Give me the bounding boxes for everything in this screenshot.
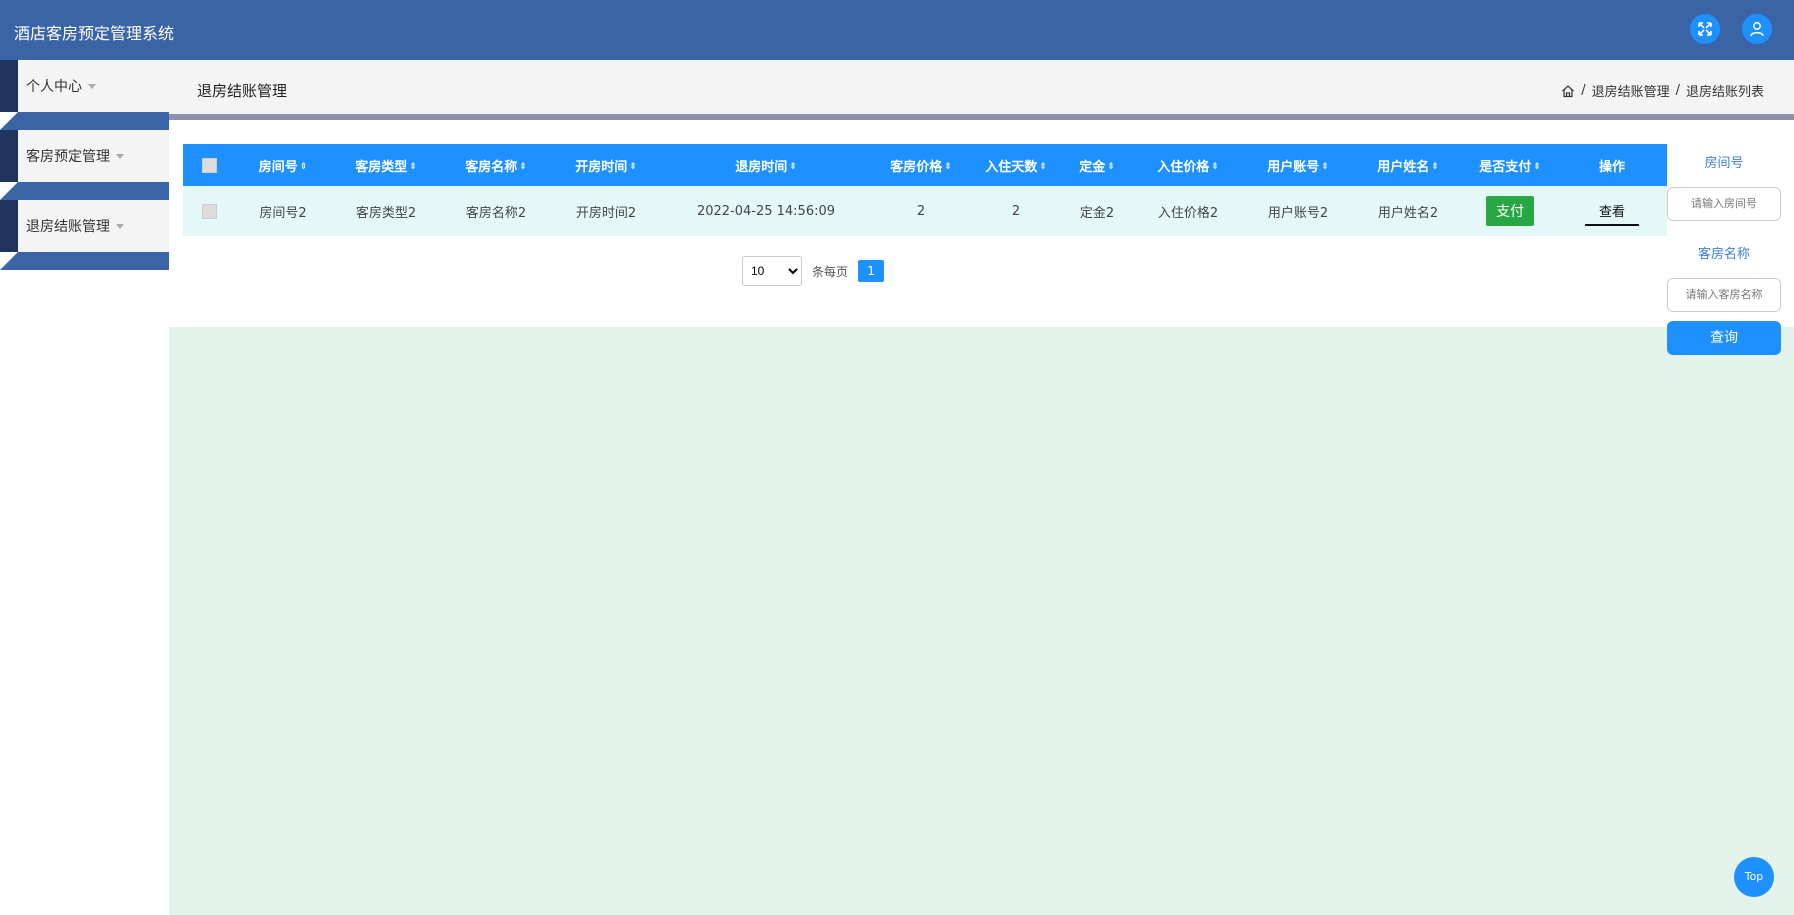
sidebar-item-checkout[interactable]: 退房结账管理	[0, 200, 169, 270]
sidebar-item-personal-center[interactable]: 个人中心	[0, 60, 169, 130]
cell-days: 2	[1011, 203, 1021, 219]
sidebar: 个人中心 客房预定管理 退房结账管理	[0, 60, 169, 270]
checkout-table: 房间号 ⇕ 客房类型 ⇕ 客房名称 ⇕ 开房时间 ⇕ 退房时间 ⇕ 客房价格 ⇕ 入住天数 ⇕…	[183, 144, 1667, 236]
sidebar-item-label: 个人中心	[26, 79, 82, 95]
cell-room-type: 客房类型2	[355, 205, 417, 221]
top-header: 酒店客房预定管理系统	[0, 0, 1794, 60]
page-size-select[interactable]: 10	[742, 256, 802, 286]
sort-icon: ⇕	[409, 161, 417, 172]
fullscreen-icon	[1698, 22, 1712, 36]
column-header[interactable]: 入住价格 ⇕	[1133, 144, 1243, 186]
room-name-input[interactable]	[1667, 278, 1781, 312]
sort-icon: ⇕	[789, 161, 797, 172]
sort-icon: ⇕	[1039, 161, 1047, 172]
cell-room-price: 2	[916, 203, 926, 219]
table-header-row: 房间号 ⇕ 客房类型 ⇕ 客房名称 ⇕ 开房时间 ⇕ 退房时间 ⇕ 客房价格 ⇕ 入住天数 ⇕…	[183, 144, 1667, 186]
row-checkbox[interactable]	[201, 203, 217, 219]
column-header[interactable]: 开房时间 ⇕	[551, 144, 661, 186]
chevron-down-icon	[88, 83, 96, 89]
table-row: 房间号2 客房类型2 客房名称2 开房时间2 2022-04-25 14:56:…	[183, 186, 1667, 236]
sort-icon: ⇕	[1107, 161, 1115, 172]
cell-stay-price: 入住价格2	[1157, 205, 1219, 221]
pay-button[interactable]: 支付	[1486, 196, 1534, 226]
pagination: 10 条每页 1	[742, 256, 885, 286]
query-button[interactable]: 查询	[1667, 321, 1781, 355]
chevron-down-icon	[116, 223, 124, 229]
room-no-input[interactable]	[1667, 187, 1781, 221]
sort-icon: ⇕	[629, 161, 637, 172]
sort-icon: ⇕	[519, 161, 527, 172]
breadcrumb: / 退房结账管理 / 退房结账列表	[1561, 81, 1764, 100]
cell-user-name: 用户姓名2	[1377, 205, 1439, 221]
cell-deposit: 定金2	[1079, 205, 1115, 221]
breadcrumb-item[interactable]: 退房结账管理	[1592, 81, 1670, 100]
column-header[interactable]: 房间号 ⇕	[235, 144, 331, 186]
select-all-checkbox[interactable]	[201, 157, 217, 173]
column-header[interactable]: 客房价格 ⇕	[871, 144, 971, 186]
column-header-actions: 操作	[1598, 159, 1625, 175]
per-page-label: 条每页	[812, 264, 849, 279]
home-icon[interactable]	[1561, 84, 1575, 98]
column-header[interactable]: 入住天数 ⇕	[971, 144, 1061, 186]
sort-icon: ⇕	[1533, 161, 1541, 172]
crumb-bar	[169, 60, 1794, 114]
sort-icon: ⇕	[944, 161, 952, 172]
sidebar-item-label: 客房预定管理	[26, 149, 110, 165]
column-header[interactable]: 用户姓名 ⇕	[1353, 144, 1463, 186]
sort-icon: ⇕	[1431, 161, 1439, 172]
sort-icon: ⇕	[1211, 161, 1219, 172]
cell-open-time: 开房时间2	[575, 205, 637, 221]
column-header[interactable]: 定金 ⇕	[1061, 144, 1133, 186]
column-header[interactable]: 是否支付 ⇕	[1463, 144, 1557, 186]
breadcrumb-item: 退房结账列表	[1685, 85, 1764, 100]
room-name-label: 客房名称	[1697, 247, 1750, 262]
user-button[interactable]	[1742, 14, 1772, 44]
sort-icon: ⇕	[299, 161, 308, 172]
column-header[interactable]: 客房类型 ⇕	[331, 144, 441, 186]
back-to-top-button[interactable]: Top	[1734, 857, 1774, 897]
fullscreen-button[interactable]	[1690, 14, 1720, 44]
page-title: 退房结账管理	[197, 82, 288, 100]
chevron-down-icon	[116, 153, 124, 159]
column-header[interactable]: 客房名称 ⇕	[441, 144, 551, 186]
sidebar-item-room-booking[interactable]: 客房预定管理	[0, 130, 169, 200]
sort-icon: ⇕	[1321, 161, 1329, 172]
cell-user-account: 用户账号2	[1267, 205, 1329, 221]
app-title: 酒店客房预定管理系统	[14, 24, 175, 43]
cell-room-name: 客房名称2	[465, 205, 527, 221]
room-no-label: 房间号	[1704, 156, 1744, 171]
view-button[interactable]: 查看	[1584, 197, 1639, 226]
cell-checkout-time: 2022-04-25 14:56:09	[696, 203, 836, 219]
column-header[interactable]: 用户账号 ⇕	[1243, 144, 1353, 186]
sidebar-item-label: 退房结账管理	[26, 219, 110, 235]
cell-room-no: 房间号2	[259, 205, 307, 221]
page-number-button[interactable]: 1	[858, 260, 885, 282]
column-header[interactable]: 退房时间 ⇕	[661, 144, 871, 186]
user-icon	[1750, 22, 1764, 37]
